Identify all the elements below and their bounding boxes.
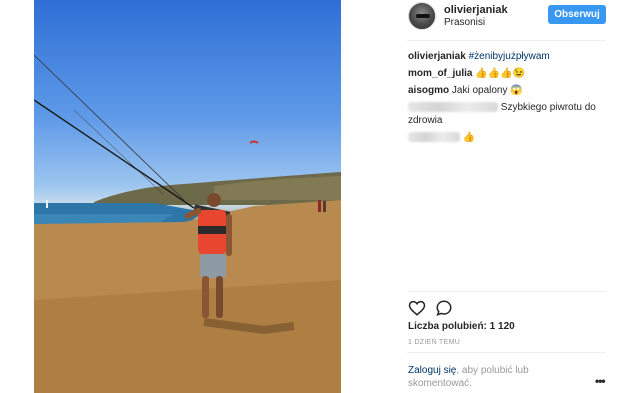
blurred-author — [408, 102, 498, 113]
comment-author[interactable]: mom_of_julia — [408, 68, 472, 79]
post-header: olivierjaniak Prasonisi Obserwuj — [341, 0, 620, 38]
divider — [407, 352, 606, 353]
divider — [407, 40, 606, 41]
likes-count[interactable]: Liczba polubień: 1 120 — [408, 321, 515, 332]
login-link[interactable]: Zaloguj się — [408, 365, 456, 376]
comment-item: aisogmo Jaki opalony 😱 — [408, 84, 608, 97]
follow-button[interactable]: Obserwuj — [548, 5, 606, 24]
divider — [407, 291, 606, 292]
comment-item: mom_of_julia 👍👍👍😉 — [408, 67, 608, 80]
comment-item: 👍 — [408, 131, 608, 144]
location-link[interactable]: Prasonisi — [444, 17, 485, 28]
comment-icon[interactable] — [435, 299, 453, 317]
comments-list: olivierjaniak #żenibyjużpływam mom_of_ju… — [408, 50, 608, 148]
comment-text: 👍 — [462, 132, 476, 143]
comment-item: Szybkiego piwrotu do zdrowia — [408, 101, 608, 127]
avatar[interactable] — [408, 2, 436, 30]
post-side-panel: olivierjaniak Prasonisi Obserwuj olivier… — [341, 0, 620, 393]
post-timestamp: 1 DZIEŃ TEMU — [408, 339, 461, 346]
blurred-author — [408, 132, 460, 143]
more-options-icon[interactable]: ••• — [595, 374, 606, 388]
username-link[interactable]: olivierjaniak — [444, 4, 508, 16]
photo-scene — [34, 54, 341, 393]
heart-icon[interactable] — [408, 299, 426, 317]
login-prompt: Zaloguj się, aby polubić lub skomentować… — [408, 364, 588, 390]
comment-text: Jaki opalony 😱 — [451, 85, 523, 96]
caption-hashtag[interactable]: #żenibyjużpływam — [469, 51, 550, 62]
comment-text: 👍👍👍😉 — [475, 68, 526, 79]
post-photo[interactable] — [34, 0, 341, 393]
caption: olivierjaniak #żenibyjużpływam — [408, 50, 608, 63]
caption-author[interactable]: olivierjaniak — [408, 51, 466, 62]
comment-author[interactable]: aisogmo — [408, 85, 449, 96]
